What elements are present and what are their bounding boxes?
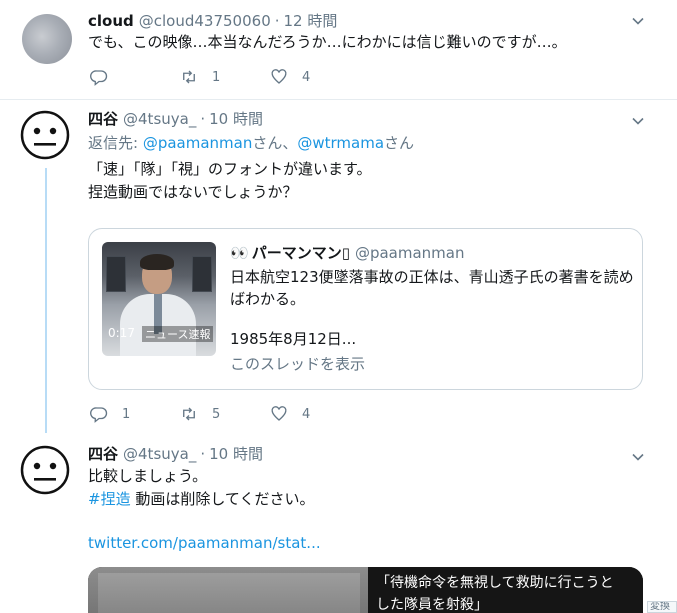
separator-dot: ·: [274, 12, 280, 30]
reply-icon: [90, 70, 108, 86]
honorific: さん: [384, 134, 415, 152]
tweet-header: 四谷 @4tsuya_ · 10 時間: [88, 443, 263, 464]
reply-prefix: 返信先:: [88, 134, 143, 152]
tweet-text-line: #捏造 動画は削除してください。: [88, 488, 314, 510]
user-handle[interactable]: @4tsuya_: [123, 445, 196, 463]
name-suffix-glyph: ▯: [341, 244, 350, 262]
hashtag-link[interactable]: #捏造: [88, 490, 131, 508]
heart-icon: [271, 406, 287, 421]
tweet-time[interactable]: 12 時間: [284, 10, 338, 31]
like-count: 4: [302, 406, 311, 422]
chevron-down-icon[interactable]: [631, 114, 645, 128]
heart-icon: [271, 69, 287, 84]
media-caption-panel[interactable]: 「待機命令を無視して救助に行こうと した隊員を射殺」: [368, 567, 643, 613]
avatar-neutral-face[interactable]: [20, 445, 70, 495]
tweet-2[interactable]: 四谷 @4tsuya_ · 10 時間 返信先: @paamanmanさん、@w…: [0, 100, 677, 435]
tweet-text-rest: 動画は削除してください。: [130, 490, 315, 508]
news-caption: ニュース速報: [142, 326, 214, 342]
avatar-cloud[interactable]: [22, 14, 72, 64]
anchor-hair: [140, 254, 174, 270]
show-thread-link[interactable]: このスレッドを表示: [230, 353, 365, 374]
honorific: さん、: [252, 134, 298, 152]
display-name[interactable]: 四谷: [88, 443, 118, 464]
tweet-header: 四谷 @4tsuya_ · 10 時間: [88, 108, 263, 129]
like-count: 4: [302, 69, 311, 85]
replying-to: 返信先: @paamanmanさん、@wtrmamaさん: [88, 132, 414, 154]
chevron-down-icon[interactable]: [631, 450, 645, 464]
mention-link[interactable]: @paamanman: [143, 134, 253, 152]
retweet-icon: [183, 70, 195, 84]
quoted-header: 👀 パーマンマン ▯ @paamanman: [230, 242, 465, 263]
tweet-1[interactable]: cloud @cloud43750060 · 12 時間 でも、この映像…本当な…: [0, 0, 677, 100]
user-handle[interactable]: @4tsuya_: [123, 110, 196, 128]
display-name[interactable]: cloud: [88, 12, 134, 30]
tweet-actions: 1 5 4: [90, 405, 360, 423]
quoted-handle: @paamanman: [354, 244, 465, 262]
avatar-neutral-face[interactable]: [20, 110, 70, 160]
eyes-emoji-icon: 👀: [230, 244, 249, 262]
ime-badge: 変換: [647, 601, 677, 613]
url-link[interactable]: twitter.com/paamanman/stat...: [88, 532, 321, 554]
tweet-text-line: 「速」「隊」「視」のフォントが違います。: [88, 160, 372, 178]
reply-count: 1: [122, 406, 131, 422]
mention-link[interactable]: @wtrmama: [297, 134, 384, 152]
tweet-time[interactable]: 10 時間: [209, 108, 263, 129]
retweet-count: 1: [212, 69, 221, 85]
studio-panel: [192, 256, 212, 292]
like-button[interactable]: 4: [270, 68, 360, 86]
chevron-down-icon[interactable]: [631, 14, 645, 28]
reply-button[interactable]: [90, 68, 180, 86]
tweet-text: でも、この映像…本当なんだろうか…にわかには信じ難いのですが…。: [88, 33, 567, 51]
display-name[interactable]: 四谷: [88, 108, 118, 129]
tweet-text-line: 比較しましょう。: [88, 467, 208, 485]
studio-panel: [106, 256, 126, 292]
separator-dot: ·: [200, 110, 206, 128]
media-image-left[interactable]: [88, 567, 368, 613]
embedded-media[interactable]: 「待機命令を無視して救助に行こうと した隊員を射殺」: [88, 567, 643, 613]
retweet-button[interactable]: 5: [180, 405, 270, 423]
quoted-tweet-card[interactable]: ニュース速報 0:17 👀 パーマンマン ▯ @paamanman 日本航空12…: [88, 228, 643, 390]
quoted-display-name: パーマンマン: [251, 244, 342, 262]
reply-button[interactable]: 1: [90, 405, 180, 423]
retweet-count: 5: [212, 406, 221, 422]
quoted-date-text: 1985年8月12日...: [230, 330, 357, 348]
tweet-header: cloud @cloud43750060 · 12 時間: [88, 10, 337, 31]
tweet-actions: 1 4: [90, 68, 360, 86]
like-button[interactable]: 4: [270, 405, 360, 423]
tweet-text-line: 捏造動画ではないでしょうか？: [88, 183, 298, 201]
media-caption-line: 「待機命令を無視して救助に行こうと: [376, 575, 614, 591]
quoted-text: 日本航空123便墜落事故の正体は、青山透子氏の著書を読めばわかる。: [230, 268, 634, 308]
retweet-button[interactable]: 1: [180, 68, 270, 86]
media-caption-line: した隊員を射殺」: [376, 597, 488, 613]
retweet-icon: [183, 407, 195, 421]
video-duration: 0:17: [108, 326, 135, 340]
url-link-text[interactable]: twitter.com/paamanman/stat...: [88, 534, 321, 552]
user-handle[interactable]: @cloud43750060: [139, 12, 271, 30]
reply-icon: [90, 407, 108, 423]
media-image-inner: [98, 573, 360, 613]
tweet-time[interactable]: 10 時間: [209, 443, 263, 464]
separator-dot: ·: [200, 445, 206, 463]
video-thumbnail[interactable]: ニュース速報 0:17: [102, 242, 216, 356]
